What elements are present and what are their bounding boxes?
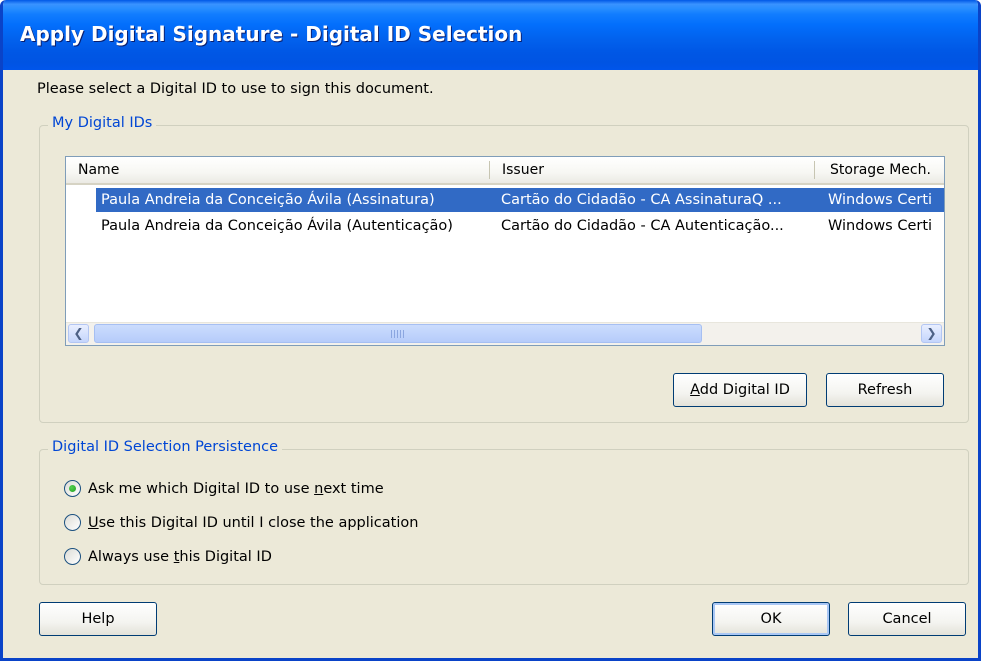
- column-header-name[interactable]: Name: [66, 157, 488, 183]
- row-name: Paula Andreia da Conceição Ávila (Assina…: [101, 192, 435, 208]
- list-header: Name Issuer Storage Mech.: [66, 157, 944, 185]
- row-storage: Windows Certi: [828, 218, 933, 234]
- my-digital-ids-group: My Digital IDs Name Issuer Storage Mech.…: [39, 115, 969, 423]
- digital-id-row[interactable]: Paula Andreia da Conceição Ávila (Autent…: [66, 213, 944, 239]
- radio-label: Use this Digital ID until I close the ap…: [88, 515, 419, 531]
- digital-id-row[interactable]: Paula Andreia da Conceição Ávila (Assina…: [66, 187, 944, 213]
- radio-button[interactable]: [64, 514, 81, 531]
- chevron-right-icon: ❯: [926, 326, 937, 340]
- scroll-left-button[interactable]: ❮: [68, 324, 89, 343]
- ok-button[interactable]: OK: [712, 602, 830, 636]
- scrollbar-thumb[interactable]: [94, 324, 702, 343]
- refresh-button[interactable]: Refresh: [826, 373, 944, 407]
- persistence-legend: Digital ID Selection Persistence: [48, 439, 283, 455]
- radio-button[interactable]: [64, 480, 81, 497]
- radio-label: Ask me which Digital ID to use next time: [88, 481, 384, 497]
- instruction-text: Please select a Digital ID to use to sig…: [37, 81, 434, 97]
- radio-label: Always use this Digital ID: [88, 549, 272, 565]
- horizontal-scrollbar[interactable]: ❮ ❯: [66, 322, 944, 345]
- dialog-window: Apply Digital Signature - Digital ID Sel…: [0, 0, 981, 661]
- my-digital-ids-legend: My Digital IDs: [48, 115, 157, 131]
- add-digital-id-button[interactable]: Add Digital ID: [673, 373, 807, 407]
- help-button[interactable]: Help: [39, 602, 157, 636]
- column-header-storage[interactable]: Storage Mech.: [818, 157, 944, 183]
- row-storage: Windows Certi: [828, 192, 933, 208]
- cancel-button[interactable]: Cancel: [848, 602, 966, 636]
- row-issuer: Cartão do Cidadão - CA AssinaturaQ ...: [501, 192, 782, 208]
- column-divider[interactable]: [814, 161, 815, 179]
- column-header-issuer[interactable]: Issuer: [490, 157, 814, 183]
- row-name: Paula Andreia da Conceição Ávila (Autent…: [101, 218, 453, 234]
- persistence-group: Digital ID Selection Persistence Ask me …: [39, 439, 969, 585]
- title-bar[interactable]: Apply Digital Signature - Digital ID Sel…: [3, 0, 978, 70]
- digital-id-list[interactable]: Name Issuer Storage Mech. Paula Andreia …: [65, 156, 945, 346]
- radio-button[interactable]: [64, 548, 81, 565]
- scroll-right-button[interactable]: ❯: [921, 324, 942, 343]
- row-issuer: Cartão do Cidadão - CA Autenticação...: [501, 218, 784, 234]
- chevron-left-icon: ❮: [73, 326, 84, 340]
- window-title: Apply Digital Signature - Digital ID Sel…: [20, 22, 523, 46]
- scrollbar-grip-icon: [391, 330, 405, 338]
